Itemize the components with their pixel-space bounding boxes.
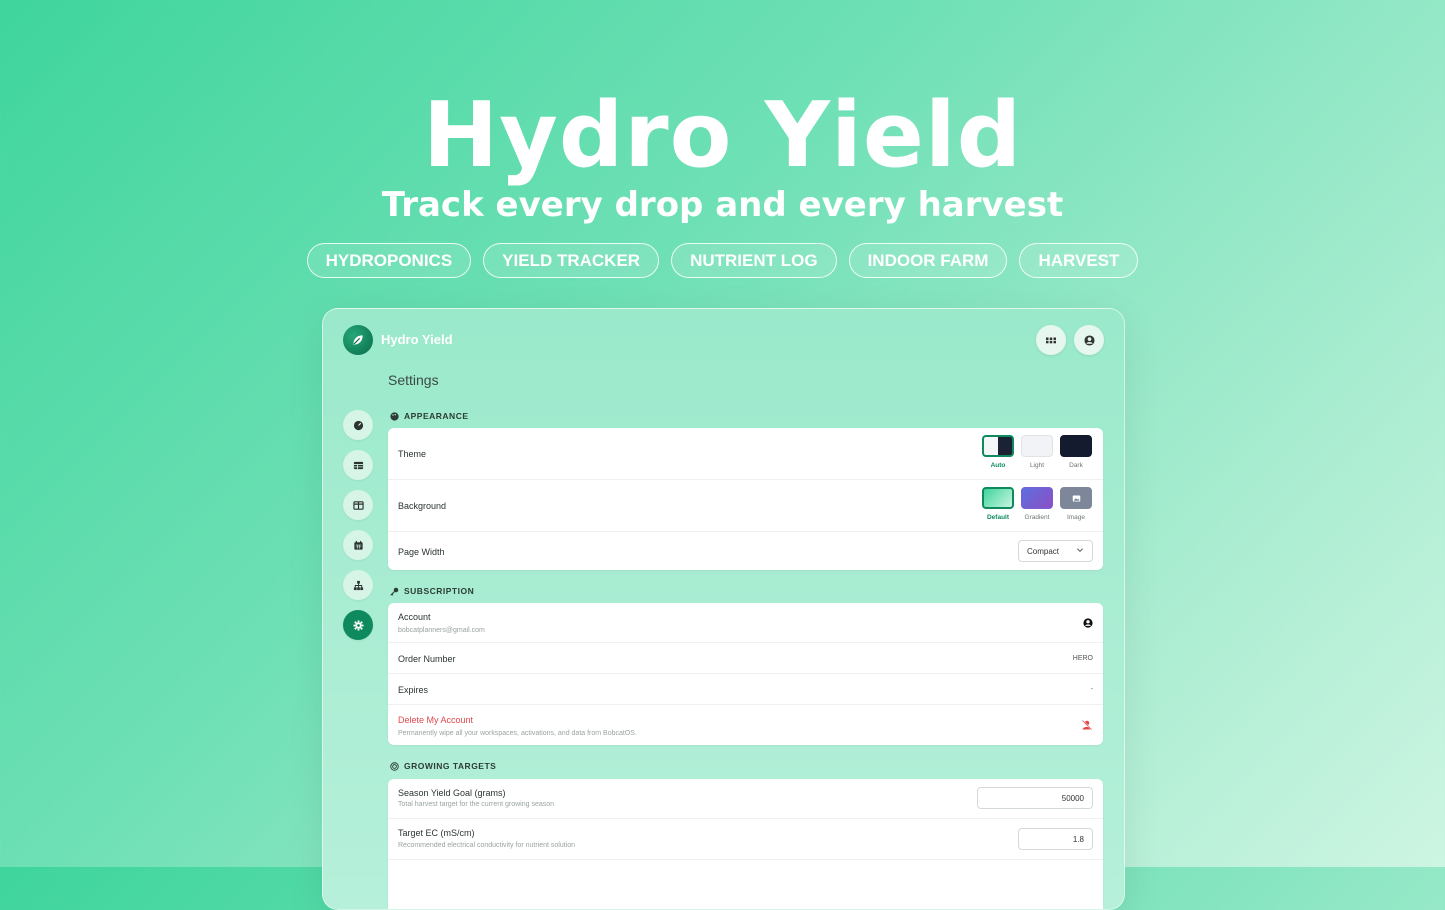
season-yield-desc: Total harvest target for the current gro… [398, 801, 555, 808]
delete-account-row[interactable]: Delete My Account Permanently wipe all y… [388, 705, 1103, 745]
user-circle-icon [1083, 334, 1095, 346]
expires-label: Expires [398, 685, 429, 695]
order-number-row: Order Number HERO [388, 643, 1103, 674]
theme-dark-swatch [1060, 435, 1092, 457]
app-window: Hydro Yield Settings APPEARANCE Theme Au… [322, 308, 1125, 910]
sidebar-item-settings[interactable] [343, 610, 373, 640]
subscription-card: Account bobcatplanners@gmail.com Order N… [388, 603, 1103, 745]
season-yield-row: Season Yield Goal (grams) Total harvest … [388, 779, 1103, 819]
target-ec-desc: Recommended electrical conductivity for … [398, 842, 576, 849]
leaf-icon [353, 335, 363, 345]
theme-auto-label: Auto [990, 462, 1006, 469]
growing-targets-heading: GROWING TARGETS [390, 761, 496, 771]
appearance-heading: APPEARANCE [390, 411, 469, 421]
target-icon [390, 761, 399, 771]
table-icon [353, 461, 363, 469]
background-option-default[interactable]: Default [981, 487, 1015, 521]
sidebar-item-calendar[interactable] [343, 530, 373, 560]
columns-icon [352, 500, 364, 510]
background-option-image[interactable]: Image [1059, 487, 1093, 521]
image-icon [1072, 495, 1080, 501]
background-option-gradient[interactable]: Gradient [1020, 487, 1054, 521]
delete-account-desc: Permanently wipe all your workspaces, ac… [398, 730, 637, 737]
background-image-swatch [1060, 487, 1092, 509]
account-label: Account [398, 612, 431, 622]
sidebar-item-columns[interactable] [343, 490, 373, 520]
growing-targets-card: Season Yield Goal (grams) Total harvest … [388, 779, 1103, 909]
calendar-icon [353, 540, 363, 550]
user-circle-icon [1083, 618, 1093, 628]
order-number-value: HERO [1072, 655, 1093, 662]
sidebar-item-table[interactable] [343, 450, 373, 480]
expires-value: - [1090, 686, 1093, 693]
chevron-down-icon [1076, 548, 1084, 553]
page-title: Settings [388, 372, 439, 388]
theme-option-dark[interactable]: Dark [1059, 435, 1093, 469]
tag-yield-tracker: YIELD TRACKER [483, 243, 660, 278]
tag-harvest: HARVEST [1019, 243, 1139, 278]
page-width-value: Compact [1027, 546, 1060, 556]
theme-option-light[interactable]: Light [1020, 435, 1054, 469]
background-label: Background [398, 501, 447, 511]
theme-dark-label: Dark [1069, 462, 1083, 469]
target-ec-input[interactable]: 1.8 [1018, 828, 1093, 850]
hero-subtitle: Track every drop and every harvest [381, 185, 1064, 225]
delete-account-label[interactable]: Delete My Account [398, 715, 473, 725]
page-width-row: Page Width Compact [388, 532, 1103, 570]
season-yield-input[interactable]: 50000 [977, 787, 1093, 809]
theme-light-swatch [1021, 435, 1053, 457]
appearance-card: Theme Auto Light Dark Background Default [388, 428, 1103, 570]
app-logo[interactable] [343, 325, 373, 355]
theme-auto-swatch [982, 435, 1014, 457]
tag-hydroponics: HYDROPONICS [306, 243, 472, 278]
subscription-heading-text: SUBSCRIPTION [404, 586, 475, 596]
sidebar-item-dashboard[interactable] [343, 410, 373, 440]
theme-row: Theme Auto Light Dark [388, 428, 1103, 480]
apps-button[interactable] [1036, 325, 1066, 355]
tag-list: HYDROPONICS YIELD TRACKER NUTRIENT LOG I… [0, 243, 1445, 278]
subscription-heading: SUBSCRIPTION [390, 586, 474, 596]
target-ec-label: Target EC (mS/cm) [398, 828, 475, 838]
app-name: Hydro Yield [381, 332, 453, 347]
tag-indoor-farm: INDOOR FARM [848, 243, 1008, 278]
background-default-swatch [982, 487, 1014, 509]
expires-row: Expires - [388, 674, 1103, 705]
dashboard-gauge-icon [353, 420, 363, 430]
key-icon [390, 587, 399, 596]
sidebar-item-hierarchy[interactable] [343, 570, 373, 600]
appearance-heading-text: APPEARANCE [404, 411, 469, 421]
account-email: bobcatplanners@gmail.com [398, 627, 485, 634]
org-chart-icon [353, 580, 363, 590]
apps-grid-icon [1046, 337, 1056, 344]
background-gradient-label: Gradient [1024, 514, 1050, 521]
order-number-label: Order Number [398, 654, 456, 664]
hero-title: Hydro Yield [422, 83, 1023, 188]
theme-light-label: Light [1029, 462, 1045, 469]
theme-label: Theme [398, 449, 427, 459]
palette-icon [390, 411, 399, 421]
page-width-label: Page Width [398, 547, 445, 557]
background-row: Background Default Gradient Image [388, 480, 1103, 532]
background-default-label: Default [986, 514, 1010, 521]
user-slash-icon[interactable] [1081, 719, 1093, 731]
target-ec-row: Target EC (mS/cm) Recommended electrical… [388, 819, 1103, 860]
profile-button[interactable] [1074, 325, 1104, 355]
tag-nutrient-log: NUTRIENT LOG [671, 243, 837, 278]
background-gradient-swatch [1021, 487, 1053, 509]
season-yield-label: Season Yield Goal (grams) [398, 788, 506, 798]
gear-icon [352, 619, 364, 631]
page-width-select[interactable]: Compact [1018, 540, 1093, 562]
growing-targets-heading-text: GROWING TARGETS [404, 761, 497, 771]
background-image-label: Image [1066, 514, 1086, 521]
account-row: Account bobcatplanners@gmail.com [388, 603, 1103, 643]
theme-option-auto[interactable]: Auto [981, 435, 1015, 469]
